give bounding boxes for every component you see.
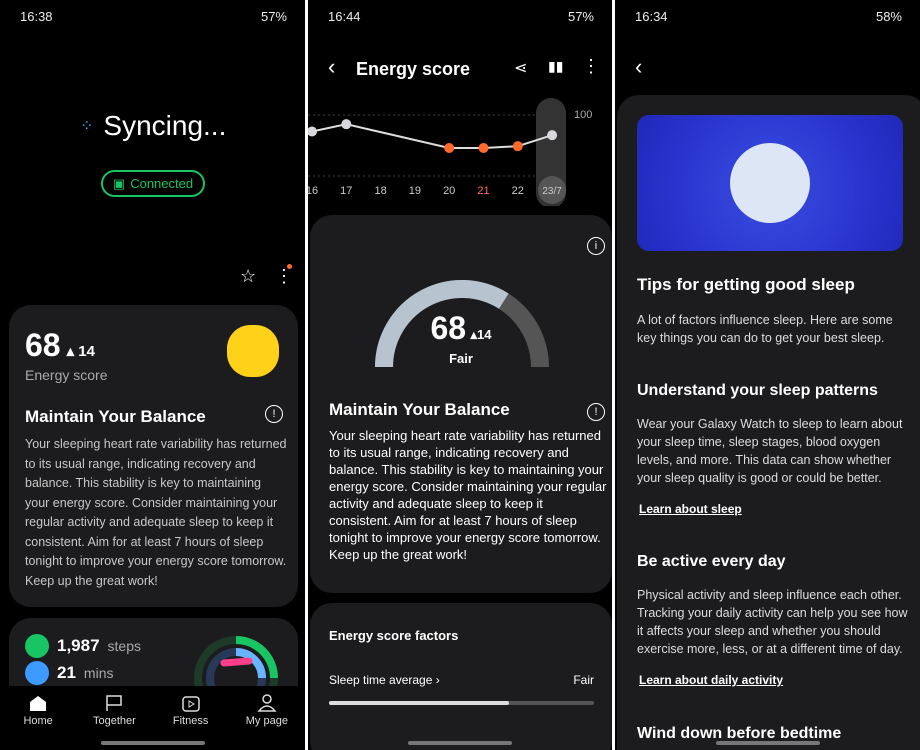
energy-score-screen: 16:44 57% ‹ Energy score ⋖ ▮▮ ⋮ 100 16 17 18… xyxy=(308,0,612,750)
x-tick-label: 17 xyxy=(340,185,352,197)
info-icon[interactable]: ! xyxy=(587,403,605,421)
favorite-icon[interactable]: ☆ xyxy=(240,266,256,287)
clock-icon xyxy=(25,661,49,685)
status-bar: 16:38 57% xyxy=(20,9,287,24)
tips-card: Tips for getting good sleep A lot of fac… xyxy=(617,95,920,750)
more-icon[interactable]: ⋮ xyxy=(275,266,293,287)
health-home-screen: 16:38 57% ⁘ Syncing... ▣ Connected ☆ ⋮ 68 ▴… xyxy=(0,0,305,750)
y-axis-label: 100 xyxy=(574,109,592,121)
x-tick-label: 18 xyxy=(374,185,386,197)
data-point xyxy=(308,126,317,137)
learn-about-sleep-link[interactable]: Learn about sleep xyxy=(639,502,742,516)
energy-score-card[interactable]: 68 ▴ 14 Energy score Maintain Your Balanc… xyxy=(9,305,298,607)
home-indicator xyxy=(408,741,512,745)
person-icon xyxy=(257,694,277,712)
score-gauge-card: i 68 ▴14 Fair Maintain Your Balance ! Yo… xyxy=(310,215,612,593)
x-tick-label: 20 xyxy=(443,185,455,197)
fitness-icon xyxy=(181,696,200,712)
notification-dot xyxy=(287,264,292,269)
info-icon[interactable]: i xyxy=(587,237,605,255)
x-tick-label: 16 xyxy=(308,185,318,197)
watch-icon: ▣ xyxy=(112,175,126,191)
x-tick-label: 19 xyxy=(409,185,421,197)
x-tick-label: 21 xyxy=(477,185,489,197)
data-point xyxy=(547,130,558,141)
learn-about-activity-link[interactable]: Learn about daily activity xyxy=(639,673,783,687)
sync-icon: ⁘ xyxy=(80,118,94,135)
factors-card: Energy score factors Sleep time average … xyxy=(310,603,612,750)
moon-illustration xyxy=(637,115,903,251)
connected-badge[interactable]: ▣ Connected xyxy=(101,170,205,197)
home-indicator xyxy=(100,741,205,745)
share-icon[interactable]: ⋖ xyxy=(514,58,527,78)
status-bar: 16:44 57% xyxy=(328,9,594,24)
factor-sleep-time[interactable]: Sleep time average › Fair xyxy=(329,673,594,687)
steps-icon xyxy=(25,634,49,658)
x-tick-label: 22 xyxy=(512,185,524,197)
data-point xyxy=(512,141,523,152)
status-bar: 16:34 58% xyxy=(635,9,902,24)
back-icon[interactable]: ‹ xyxy=(635,54,642,80)
data-point xyxy=(341,119,352,130)
energy-trend-chart[interactable]: 100 16 17 18 19 20 21 22 23/7 xyxy=(308,96,612,206)
data-point xyxy=(478,143,489,153)
nav-home[interactable]: Home xyxy=(3,686,73,750)
factor-progress xyxy=(329,701,594,705)
sleep-tips-screen: 16:34 58% ‹ Tips for getting good sleep A… xyxy=(615,0,920,750)
back-icon[interactable]: ‹ xyxy=(328,54,335,80)
flag-icon xyxy=(106,695,123,711)
data-point xyxy=(444,143,455,153)
sync-status: ⁘ Syncing... xyxy=(80,110,227,141)
energy-mascot-icon xyxy=(227,325,279,377)
home-indicator xyxy=(715,741,820,745)
home-icon xyxy=(30,696,47,711)
info-icon[interactable]: ! xyxy=(265,405,283,423)
more-icon[interactable]: ⋮ xyxy=(582,56,600,77)
page-title: Energy score xyxy=(356,59,471,79)
x-tick-label: 23/7 xyxy=(542,186,562,197)
chart-icon[interactable]: ▮▮ xyxy=(548,58,563,75)
nav-my-page[interactable]: My page xyxy=(232,686,302,750)
